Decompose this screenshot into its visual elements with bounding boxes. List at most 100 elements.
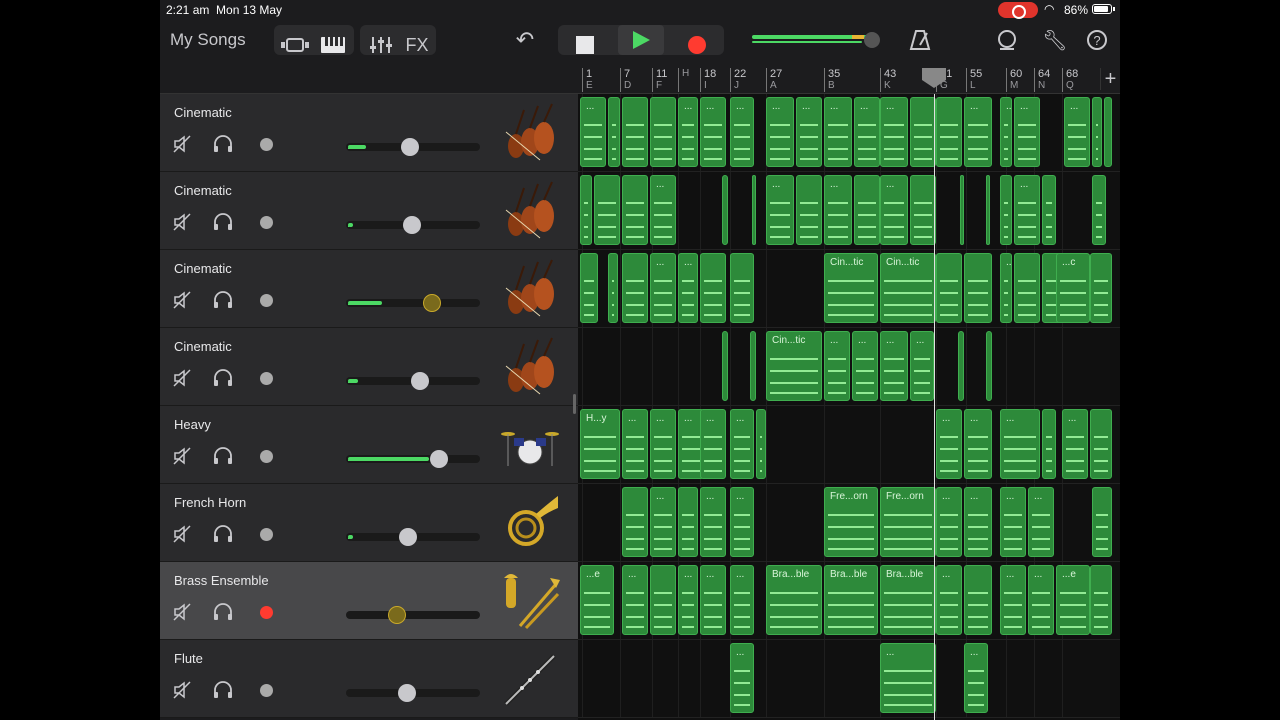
undo-icon[interactable]: ↶: [510, 25, 540, 55]
midi-region[interactable]: [1042, 409, 1056, 479]
volume-knob[interactable]: [411, 372, 429, 390]
volume-knob[interactable]: [430, 450, 448, 468]
drums-icon[interactable]: [500, 414, 560, 476]
midi-region[interactable]: [986, 175, 990, 245]
headphones-icon[interactable]: [212, 680, 232, 700]
mute-icon[interactable]: [172, 212, 192, 232]
midi-region[interactable]: ...: [1000, 565, 1026, 635]
midi-region[interactable]: ...: [730, 487, 754, 557]
midi-region[interactable]: [986, 331, 992, 401]
midi-region[interactable]: ...: [730, 409, 754, 479]
midi-region[interactable]: [796, 175, 822, 245]
record-enable-button[interactable]: [260, 294, 273, 307]
midi-region[interactable]: H...y: [580, 409, 620, 479]
midi-region[interactable]: Bra...ble: [824, 565, 878, 635]
help-icon[interactable]: ?: [1084, 25, 1110, 55]
playhead[interactable]: [934, 94, 935, 720]
strings-icon[interactable]: [500, 258, 560, 320]
midi-region[interactable]: [936, 253, 962, 323]
headphones-icon[interactable]: [212, 602, 232, 622]
midi-region[interactable]: [622, 253, 648, 323]
midi-region[interactable]: [960, 175, 964, 245]
record-enable-button[interactable]: [260, 138, 273, 151]
midi-region[interactable]: ...: [824, 175, 852, 245]
midi-region[interactable]: [756, 409, 766, 479]
timeline-ruler[interactable]: + 1 E 7 D 11 F H 18 I 22 J 27 A 35 B 43 K 51 G 55 L 60 M 64 N 68 Q: [578, 64, 1120, 94]
midi-region[interactable]: [1104, 97, 1112, 167]
midi-region[interactable]: [910, 97, 936, 167]
midi-region[interactable]: ...: [766, 175, 794, 245]
midi-region[interactable]: ...: [678, 565, 698, 635]
strings-icon[interactable]: [500, 180, 560, 242]
track-header[interactable]: French Horn: [160, 484, 578, 562]
midi-region[interactable]: Fre...orn: [824, 487, 878, 557]
stop-icon[interactable]: [562, 30, 608, 60]
headphones-icon[interactable]: [212, 290, 232, 310]
midi-region[interactable]: ...: [580, 97, 606, 167]
midi-region[interactable]: [1092, 175, 1106, 245]
midi-region[interactable]: ...: [730, 643, 754, 713]
volume-knob[interactable]: [401, 138, 419, 156]
record-enable-button[interactable]: [260, 372, 273, 385]
master-volume-knob[interactable]: [864, 32, 880, 48]
mute-icon[interactable]: [172, 602, 192, 622]
volume-knob[interactable]: [423, 294, 441, 312]
midi-region[interactable]: ...: [880, 331, 908, 401]
track-header[interactable]: Cinematic: [160, 172, 578, 250]
midi-region[interactable]: ...: [1014, 175, 1040, 245]
midi-region[interactable]: [1042, 175, 1056, 245]
midi-region[interactable]: [1092, 487, 1112, 557]
midi-region[interactable]: ...: [730, 565, 754, 635]
track-header[interactable]: Flute: [160, 640, 578, 718]
midi-region[interactable]: ...: [824, 97, 852, 167]
keyboard-icon[interactable]: [316, 30, 350, 60]
midi-region[interactable]: [752, 175, 756, 245]
midi-region[interactable]: [910, 175, 936, 245]
midi-region[interactable]: ...: [880, 97, 908, 167]
track-volume-slider[interactable]: [346, 448, 480, 468]
midi-region[interactable]: ...: [700, 487, 726, 557]
midi-region[interactable]: ...: [880, 175, 908, 245]
track-volume-slider[interactable]: [346, 526, 480, 546]
record-icon[interactable]: [674, 30, 720, 60]
fx-button[interactable]: FX: [400, 30, 434, 60]
midi-region[interactable]: ...e: [580, 565, 614, 635]
master-volume-slider[interactable]: [752, 32, 882, 48]
midi-region[interactable]: [722, 331, 728, 401]
midi-region[interactable]: ...: [622, 565, 648, 635]
midi-region[interactable]: ...: [650, 253, 676, 323]
midi-region[interactable]: ...: [852, 331, 878, 401]
midi-region[interactable]: ...: [650, 409, 676, 479]
mute-icon[interactable]: [172, 290, 192, 310]
track-lane[interactable]: [578, 640, 1120, 718]
midi-region[interactable]: [1090, 565, 1112, 635]
mixer-icon[interactable]: [364, 30, 398, 60]
midi-region[interactable]: [964, 565, 992, 635]
track-volume-slider[interactable]: [346, 214, 480, 234]
loop-icon[interactable]: [994, 25, 1020, 55]
midi-region[interactable]: ...: [1000, 409, 1040, 479]
midi-region[interactable]: [1092, 97, 1102, 167]
wrench-icon[interactable]: 🔧︎: [1042, 25, 1068, 55]
track-header[interactable]: Cinematic: [160, 328, 578, 406]
record-enable-button[interactable]: [260, 450, 273, 463]
midi-region[interactable]: Bra...ble: [766, 565, 822, 635]
midi-region[interactable]: [700, 253, 726, 323]
midi-region[interactable]: ...: [936, 487, 962, 557]
volume-knob[interactable]: [403, 216, 421, 234]
track-volume-slider[interactable]: [346, 604, 480, 624]
midi-region[interactable]: ...: [700, 565, 726, 635]
midi-region[interactable]: [1000, 175, 1012, 245]
headphones-icon[interactable]: [212, 368, 232, 388]
midi-region[interactable]: ...: [1014, 97, 1040, 167]
midi-region[interactable]: ...: [964, 97, 992, 167]
midi-region[interactable]: ...: [622, 409, 648, 479]
volume-knob[interactable]: [399, 528, 417, 546]
midi-region[interactable]: ...: [1000, 253, 1012, 323]
midi-region[interactable]: Bra...ble: [880, 565, 936, 635]
midi-region[interactable]: ...c: [1056, 253, 1090, 323]
midi-region[interactable]: [750, 331, 756, 401]
midi-region[interactable]: ...: [964, 643, 988, 713]
midi-region[interactable]: Fre...orn: [880, 487, 936, 557]
midi-region[interactable]: ...: [650, 175, 676, 245]
